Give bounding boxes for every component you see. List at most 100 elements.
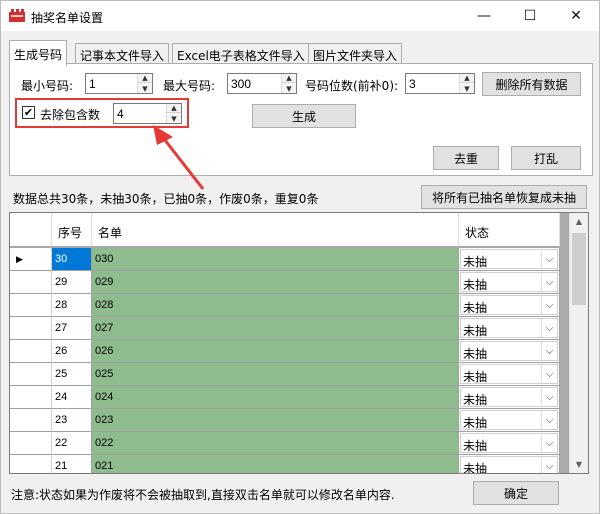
row-number-cell[interactable]: 23	[52, 409, 92, 432]
chevron-down-icon[interactable]: ⌵	[541, 388, 557, 406]
spin-up-icon[interactable]: ▲	[282, 74, 296, 83]
row-number-cell[interactable]: 27	[52, 317, 92, 340]
current-row-indicator-icon[interactable]: ▶	[10, 248, 52, 271]
table-row[interactable]: 27 027 未抽 ⌵	[10, 317, 560, 340]
chevron-down-icon[interactable]: ⌵	[541, 296, 557, 314]
min-number-spinner[interactable]: 1 ▲ ▼	[85, 73, 153, 94]
status-dropdown[interactable]: 未抽 ⌵	[460, 387, 558, 407]
row-name-cell[interactable]: 024	[92, 386, 459, 409]
status-dropdown[interactable]: 未抽 ⌵	[460, 341, 558, 361]
row-number-cell[interactable]: 21	[52, 455, 92, 473]
row-status-cell[interactable]: 未抽 ⌵	[459, 248, 560, 271]
status-dropdown[interactable]: 未抽 ⌵	[460, 364, 558, 384]
status-dropdown[interactable]: 未抽 ⌵	[460, 456, 558, 473]
row-name-cell[interactable]: 022	[92, 432, 459, 455]
tab-image-folder-import[interactable]: 图片文件夹导入	[308, 43, 403, 65]
tab-generate-numbers[interactable]: 生成号码	[9, 40, 68, 66]
row-header[interactable]	[10, 409, 52, 432]
spin-down-icon[interactable]: ▼	[460, 84, 474, 93]
row-name-cell[interactable]: 028	[92, 294, 459, 317]
row-name-cell[interactable]: 025	[92, 363, 459, 386]
row-status-cell[interactable]: 未抽 ⌵	[459, 271, 560, 294]
row-header[interactable]	[10, 455, 52, 473]
row-name-cell[interactable]: 021	[92, 455, 459, 473]
row-header[interactable]	[10, 363, 52, 386]
row-header[interactable]	[10, 340, 52, 363]
chevron-down-icon[interactable]: ⌵	[541, 411, 557, 429]
spin-down-icon[interactable]: ▼	[282, 84, 296, 93]
status-dropdown[interactable]: 未抽 ⌵	[460, 272, 558, 292]
table-row[interactable]: 22 022 未抽 ⌵	[10, 432, 560, 455]
row-status-cell[interactable]: 未抽 ⌵	[459, 455, 560, 473]
row-status-cell[interactable]: 未抽 ⌵	[459, 363, 560, 386]
chevron-down-icon[interactable]: ⌵	[541, 250, 557, 268]
status-dropdown[interactable]: 未抽 ⌵	[460, 410, 558, 430]
row-name-cell[interactable]: 027	[92, 317, 459, 340]
dedupe-button[interactable]: 去重	[433, 146, 499, 170]
table-row[interactable]: 21 021 未抽 ⌵	[10, 455, 560, 473]
title-bar[interactable]: 抽奖名单设置 — ☐ ✕	[1, 1, 599, 31]
row-number-cell[interactable]: 29	[52, 271, 92, 294]
vertical-scrollbar[interactable]: ▲ ▼	[569, 213, 588, 473]
scroll-up-icon[interactable]: ▲	[570, 213, 588, 230]
table-row[interactable]: 29 029 未抽 ⌵	[10, 271, 560, 294]
spin-up-icon[interactable]: ▲	[460, 74, 474, 83]
row-status-cell[interactable]: 未抽 ⌵	[459, 386, 560, 409]
row-header[interactable]	[10, 271, 52, 294]
restore-all-drawn-button[interactable]: 将所有已抽名单恢复成未抽	[421, 185, 587, 209]
row-name-cell[interactable]: 030	[92, 248, 459, 271]
row-status-cell[interactable]: 未抽 ⌵	[459, 340, 560, 363]
table-row[interactable]: 26 026 未抽 ⌵	[10, 340, 560, 363]
row-name-cell[interactable]: 026	[92, 340, 459, 363]
max-number-spinner[interactable]: 300 ▲ ▼	[227, 73, 297, 94]
row-status-cell[interactable]: 未抽 ⌵	[459, 294, 560, 317]
status-dropdown[interactable]: 未抽 ⌵	[460, 318, 558, 338]
tab-excel-import[interactable]: Excel电子表格文件导入	[172, 43, 310, 65]
table-row[interactable]: 24 024 未抽 ⌵	[10, 386, 560, 409]
row-name-cell[interactable]: 029	[92, 271, 459, 294]
row-number-cell[interactable]: 28	[52, 294, 92, 317]
row-header[interactable]	[10, 432, 52, 455]
shuffle-button[interactable]: 打乱	[511, 146, 581, 170]
table-row[interactable]: 23 023 未抽 ⌵	[10, 409, 560, 432]
table-row[interactable]: 28 028 未抽 ⌵	[10, 294, 560, 317]
row-status-cell[interactable]: 未抽 ⌵	[459, 409, 560, 432]
spin-up-icon[interactable]: ▲	[138, 74, 152, 83]
row-header[interactable]	[10, 386, 52, 409]
row-header[interactable]	[10, 317, 52, 340]
status-dropdown[interactable]: 未抽 ⌵	[460, 295, 558, 315]
row-number-cell[interactable]: 30	[52, 248, 92, 271]
table-row[interactable]: 25 025 未抽 ⌵	[10, 363, 560, 386]
row-status-cell[interactable]: 未抽 ⌵	[459, 317, 560, 340]
row-number-cell[interactable]: 25	[52, 363, 92, 386]
table-row[interactable]: ▶ 30 030 未抽 ⌵	[10, 248, 560, 271]
status-dropdown[interactable]: 未抽 ⌵	[460, 249, 558, 269]
column-header-number[interactable]: 序号	[52, 213, 92, 247]
close-button[interactable]: ✕	[553, 1, 599, 31]
spin-down-icon[interactable]: ▼	[138, 84, 152, 93]
scrollbar-thumb[interactable]	[572, 233, 586, 305]
column-header-name[interactable]: 名单	[92, 213, 459, 247]
generate-button[interactable]: 生成	[252, 104, 356, 128]
scroll-down-icon[interactable]: ▼	[570, 456, 588, 473]
chevron-down-icon[interactable]: ⌵	[541, 457, 557, 473]
chevron-down-icon[interactable]: ⌵	[541, 365, 557, 383]
chevron-down-icon[interactable]: ⌵	[541, 434, 557, 452]
row-number-cell[interactable]: 24	[52, 386, 92, 409]
row-status-cell[interactable]: 未抽 ⌵	[459, 432, 560, 455]
minimize-button[interactable]: —	[461, 1, 507, 31]
row-name-cell[interactable]: 023	[92, 409, 459, 432]
chevron-down-icon[interactable]: ⌵	[541, 319, 557, 337]
maximize-button[interactable]: ☐	[507, 1, 553, 31]
name-list-grid[interactable]: 序号 名单 状态 ▶ 30 030 未抽 ⌵ 29 029 未抽 ⌵ 28 028 未抽 ⌵ 27 027 未…	[9, 212, 589, 474]
chevron-down-icon[interactable]: ⌵	[541, 342, 557, 360]
digits-spinner[interactable]: 3 ▲ ▼	[405, 73, 475, 94]
ok-button[interactable]: 确定	[473, 481, 559, 505]
delete-all-data-button[interactable]: 删除所有数据	[482, 72, 581, 96]
row-number-cell[interactable]: 22	[52, 432, 92, 455]
chevron-down-icon[interactable]: ⌵	[541, 273, 557, 291]
column-header-status[interactable]: 状态	[459, 213, 560, 247]
tab-notepad-import[interactable]: 记事本文件导入	[75, 43, 170, 65]
status-dropdown[interactable]: 未抽 ⌵	[460, 433, 558, 453]
row-header[interactable]	[10, 294, 52, 317]
